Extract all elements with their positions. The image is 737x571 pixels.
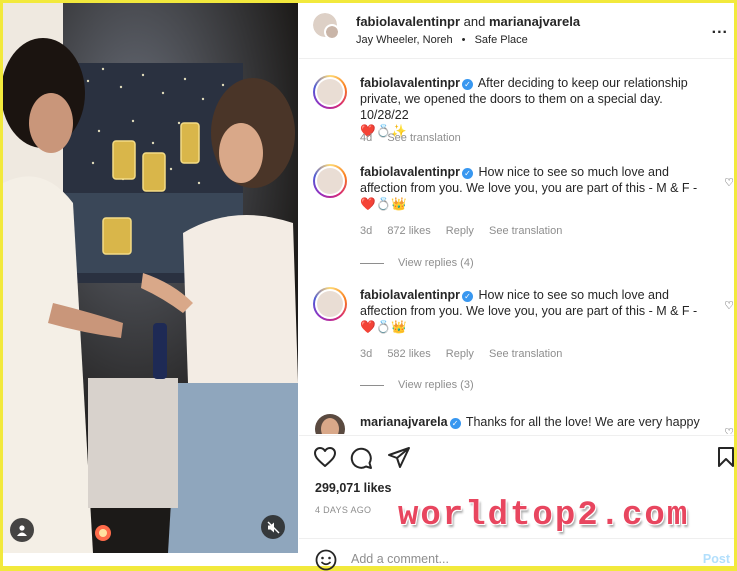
- view-replies-button[interactable]: View replies (4): [360, 257, 474, 269]
- reply-link[interactable]: Reply: [446, 225, 474, 237]
- add-comment-input[interactable]: Add a comment...: [351, 552, 449, 566]
- comment-item: fabiolavalentinpr ✓ How nice to see so mu…: [299, 287, 734, 399]
- watermark: worldtop2.com: [398, 497, 690, 535]
- comment-avatar[interactable]: [313, 287, 347, 321]
- comment-likes[interactable]: 582 likes: [387, 348, 430, 360]
- verified-icon: ✓: [462, 291, 474, 302]
- author-joiner: and: [463, 14, 486, 29]
- post-comment-button[interactable]: Post: [703, 552, 730, 566]
- comment-text: fabiolavalentinpr ✓ How nice to see so mu…: [360, 164, 708, 212]
- comment-avatar[interactable]: [313, 75, 347, 109]
- comment-username[interactable]: fabiolavalentinpr: [360, 165, 460, 179]
- post-video[interactable]: [3, 3, 298, 553]
- avatar-secondary[interactable]: [324, 24, 340, 40]
- comment-username[interactable]: fabiolavalentinpr: [360, 288, 460, 302]
- comment-like-button[interactable]: ♡: [724, 426, 734, 434]
- post-authors: fabiolavalentinpr and marianajvarela: [356, 14, 580, 29]
- see-translation-link[interactable]: See translation: [489, 348, 562, 360]
- mute-button[interactable]: [261, 515, 285, 539]
- audio-artist-link[interactable]: Jay Wheeler, Noreh: [356, 34, 453, 46]
- see-translation-link[interactable]: See translation: [387, 132, 460, 144]
- view-replies-label: View replies (4): [398, 257, 474, 269]
- audio-info: Jay Wheeler, Noreh • Safe Place: [356, 34, 528, 46]
- comment-username[interactable]: fabiolavalentinpr: [360, 76, 460, 90]
- user-tag-icon: [17, 525, 27, 536]
- comment-avatar[interactable]: [313, 164, 347, 198]
- comment-body: Thanks for all the love! We are very hap…: [465, 415, 700, 429]
- reply-link[interactable]: Reply: [446, 348, 474, 360]
- caption: fabiolavalentinpr ✓ After deciding to kee…: [299, 75, 734, 150]
- replies-divider: [360, 262, 384, 264]
- comment-likes[interactable]: 872 likes: [387, 225, 430, 237]
- heart-icon: ♡: [724, 177, 734, 189]
- comment-time: 4d: [360, 132, 373, 144]
- like-button[interactable]: [313, 446, 337, 468]
- comment-text: fabiolavalentinpr ✓ How nice to see so mu…: [360, 287, 708, 335]
- comment-emoji: ❤️💍👑: [360, 320, 407, 334]
- audio-song-link[interactable]: Safe Place: [475, 34, 528, 46]
- comment-like-button[interactable]: ♡: [724, 176, 734, 189]
- user-tag-button[interactable]: [10, 518, 34, 542]
- audio-separator: •: [461, 34, 466, 46]
- replies-divider: [360, 384, 384, 386]
- post-header: fabiolavalentinpr and marianajvarela Jay…: [299, 3, 734, 59]
- comment-meta: 3d 582 likes Reply See translation: [360, 348, 574, 360]
- see-translation-link[interactable]: See translation: [489, 225, 562, 237]
- post-actions: [299, 435, 734, 475]
- author-2-link[interactable]: marianajvarela: [489, 14, 580, 29]
- comment-item: fabiolavalentinpr ✓ How nice to see so mu…: [299, 164, 734, 276]
- verified-icon: ✓: [449, 418, 461, 429]
- mute-icon: [267, 521, 279, 533]
- more-options-button[interactable]: ...: [712, 20, 728, 38]
- post-modal: fabiolavalentinpr and marianajvarela Jay…: [3, 3, 734, 571]
- verified-icon: ✓: [462, 168, 474, 179]
- comment-emoji: ❤️💍👑: [360, 197, 407, 211]
- caption-text: fabiolavalentinpr ✓ After deciding to kee…: [360, 75, 708, 139]
- comment-time: 3d: [360, 225, 373, 237]
- bookmark-icon[interactable]: [717, 446, 735, 468]
- comment-meta: 3d 872 likes Reply See translation: [360, 225, 574, 237]
- comment-icon[interactable]: [349, 446, 373, 470]
- caption-meta: 4d See translation: [360, 132, 473, 144]
- comment-username[interactable]: marianajvarela: [360, 415, 448, 429]
- post-details-panel: fabiolavalentinpr and marianajvarela Jay…: [299, 3, 734, 571]
- likes-count[interactable]: 299,071 likes: [315, 481, 391, 495]
- add-comment-bar: Add a comment... Post: [299, 538, 734, 571]
- comment-time: 3d: [360, 348, 373, 360]
- emoji-icon[interactable]: [315, 549, 337, 571]
- more-icon: ...: [711, 20, 728, 37]
- author-1-link[interactable]: fabiolavalentinpr: [356, 14, 460, 29]
- comment-like-button[interactable]: ♡: [724, 299, 734, 312]
- comment-avatar[interactable]: [315, 414, 345, 434]
- comments-list[interactable]: fabiolavalentinpr ✓ After deciding to kee…: [299, 60, 734, 434]
- share-icon[interactable]: [387, 446, 411, 470]
- comment-item: marianajvarela ✓ Thanks for all the love!…: [299, 414, 734, 434]
- heart-icon: ♡: [724, 427, 734, 434]
- heart-icon: ♡: [724, 300, 734, 312]
- view-replies-label: View replies (3): [398, 379, 474, 391]
- comment-text: marianajvarela ✓ Thanks for all the love!…: [360, 414, 708, 430]
- post-date[interactable]: 4 DAYS AGO: [315, 505, 371, 515]
- view-replies-button[interactable]: View replies (3): [360, 379, 474, 391]
- verified-icon: ✓: [462, 79, 474, 90]
- video-frame: [3, 3, 298, 553]
